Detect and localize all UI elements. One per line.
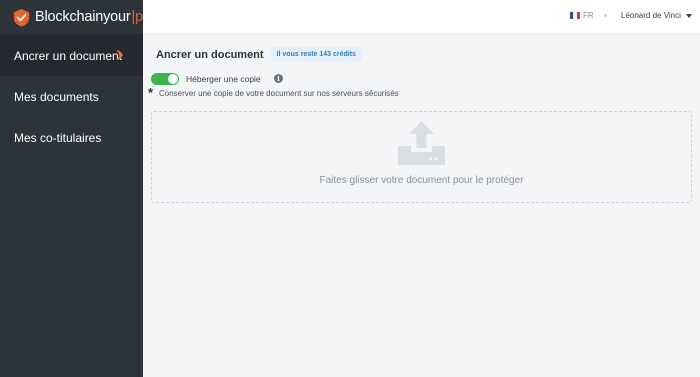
host-copy-row: Héberger une copie i (151, 73, 283, 85)
language-label: FR (583, 11, 594, 20)
upload-tray-icon (398, 121, 445, 165)
sidebar-item-label: Mes documents (14, 89, 99, 104)
file-dropzone[interactable]: Faites glisser votre document pour le pr… (151, 111, 692, 203)
topbar: FR Léonard de Vinci (143, 0, 700, 35)
user-menu[interactable]: Léonard de Vinci (621, 11, 692, 20)
user-name: Léonard de Vinci (621, 11, 681, 20)
info-icon[interactable]: i (274, 74, 283, 83)
sidebar-item-mes-co-titulaires[interactable]: Mes co-titulaires (0, 117, 143, 158)
sidebar-item-ancrer-document[interactable]: Ancrer un document (0, 35, 143, 76)
dropzone-text: Faites glisser votre document pour le pr… (319, 175, 524, 186)
sidebar-item-label: Mes co-titulaires (14, 130, 102, 145)
note-text: Conserver une copie de votre document su… (159, 88, 399, 98)
sidebar: Blockchainyour|p Ancrer un document Mes … (0, 0, 143, 377)
brand-logo[interactable]: Blockchainyour|p (0, 0, 143, 35)
shield-check-icon (13, 8, 30, 27)
sidebar-item-label: Ancrer un document (14, 48, 123, 63)
credits-badge: Il vous reste 143 crédits (270, 47, 362, 62)
separator-dot (604, 14, 607, 17)
brand-name: Blockchainyour|p (35, 9, 143, 25)
host-copy-label: Héberger une copie (186, 74, 261, 84)
france-flag-icon (570, 12, 580, 19)
asterisk-icon: * (148, 85, 154, 100)
sidebar-nav: Ancrer un document Mes documents Mes co-… (0, 35, 143, 158)
language-selector[interactable]: FR (570, 11, 594, 20)
sidebar-item-mes-documents[interactable]: Mes documents (0, 76, 143, 117)
host-copy-toggle[interactable] (151, 73, 179, 85)
main-content: Ancrer un document Il vous reste 143 cré… (143, 36, 700, 377)
title-row: Ancrer un document Il vous reste 143 cré… (156, 47, 362, 62)
chevron-right-icon (117, 50, 123, 60)
toggle-knob (168, 74, 178, 84)
page-title: Ancrer un document (156, 48, 264, 61)
host-copy-note: * Conserver une copie de votre document … (148, 85, 399, 100)
caret-down-icon (685, 13, 692, 18)
